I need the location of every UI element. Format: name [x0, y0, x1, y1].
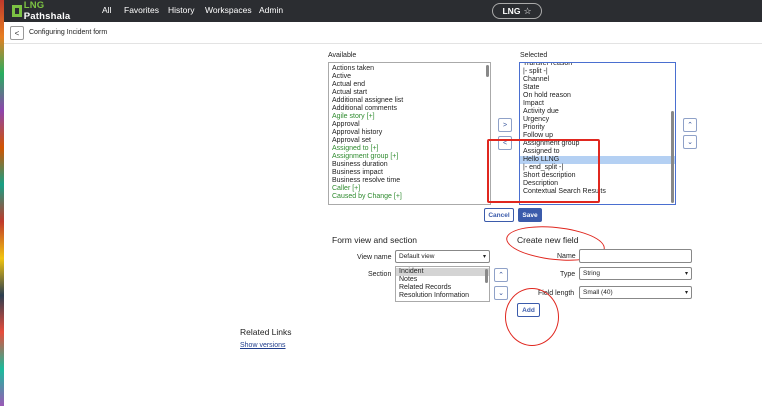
available-field-option[interactable]: Actions taken [329, 65, 490, 73]
selected-field-option[interactable]: Urgency [520, 116, 675, 124]
chevron-down-icon: ⌄ [687, 139, 693, 146]
available-field-option[interactable]: Additional comments [329, 105, 490, 113]
chevron-down-icon: ⌄ [498, 290, 504, 297]
annotation-oval-add [505, 288, 559, 346]
available-field-option[interactable]: Business resolve time [329, 177, 490, 185]
section-list[interactable]: Incident Notes Related Records Resolution I… [395, 266, 490, 302]
type-value: String [583, 270, 600, 277]
selected-field-option[interactable]: Activity due [520, 108, 675, 116]
available-field-option[interactable]: Actual start [329, 89, 490, 97]
name-label: Name [557, 253, 576, 260]
available-field-option[interactable]: Agile story [+] [329, 113, 490, 121]
form-header: < Configuring Incident form [4, 22, 762, 44]
chevron-left-icon: < [14, 28, 20, 38]
move-down-button[interactable]: ⌄ [683, 135, 697, 149]
available-field-option[interactable]: Actual end [329, 81, 490, 89]
scope-label: LNG [502, 6, 521, 16]
back-button[interactable]: < [10, 26, 24, 40]
field-length-select[interactable]: Small (40) ▾ [579, 286, 692, 299]
view-name-select[interactable]: Default view ▾ [395, 250, 490, 263]
add-to-selected-button[interactable]: > [498, 118, 512, 132]
section-option[interactable]: Related Records [396, 284, 489, 292]
chevron-down-icon: ▾ [482, 254, 486, 260]
scope-selector[interactable]: LNG ☆ [492, 3, 542, 19]
available-field-option[interactable]: Approval [329, 121, 490, 129]
chevron-down-icon: ▾ [684, 271, 688, 277]
top-navigation-bar: LNG Pathshala All Favorites History Work… [4, 0, 762, 22]
selected-label: Selected [520, 52, 548, 59]
chevron-up-icon: ⌃ [498, 272, 504, 279]
available-label: Available [328, 52, 357, 59]
available-field-option[interactable]: Approval set [329, 137, 490, 145]
selected-scrollbar[interactable] [671, 111, 674, 203]
selected-field-option[interactable]: |- split -| [520, 68, 675, 76]
nav-favorites[interactable]: Favorites [124, 5, 159, 15]
field-length-value: Small (40) [583, 289, 613, 296]
desktop-wallpaper-strip [0, 0, 4, 406]
save-button[interactable]: Save [518, 208, 542, 222]
move-up-button[interactable]: ⌃ [683, 118, 697, 132]
section-option[interactable]: Resolution Information [396, 292, 489, 300]
available-field-option[interactable]: Caused by Change [+] [329, 193, 490, 201]
star-icon[interactable]: ☆ [523, 6, 531, 17]
form-view-title: Form view and section [332, 235, 418, 245]
available-scrollbar[interactable] [486, 65, 489, 77]
selected-field-option[interactable]: State [520, 84, 675, 92]
available-field-option[interactable]: Business duration [329, 161, 490, 169]
show-versions-link[interactable]: Show versions [240, 342, 286, 349]
section-scrollbar[interactable] [485, 269, 488, 283]
nav-all[interactable]: All [102, 5, 111, 15]
app-logo[interactable]: LNG Pathshala [12, 0, 92, 22]
available-fields-list[interactable]: Actions taken Active Actual end Actual star… [328, 62, 491, 205]
selected-field-option[interactable]: On hold reason [520, 92, 675, 100]
view-name-value: Default view [399, 253, 435, 260]
available-field-option[interactable]: Assigned to [+] [329, 145, 490, 153]
nav-history[interactable]: History [168, 5, 194, 15]
selected-field-option[interactable]: Channel [520, 76, 675, 84]
available-field-option[interactable]: Business impact [329, 169, 490, 177]
type-select[interactable]: String ▾ [579, 267, 692, 280]
nav-workspaces[interactable]: Workspaces [205, 5, 252, 15]
available-field-option[interactable]: Approval history [329, 129, 490, 137]
section-up-button[interactable]: ⌃ [494, 268, 508, 282]
name-input[interactable] [579, 249, 692, 263]
section-option[interactable]: Incident [396, 268, 489, 276]
type-label: Type [560, 271, 576, 278]
annotation-highlight-box [487, 139, 600, 203]
available-field-option[interactable]: Assignment group [+] [329, 153, 490, 161]
selected-field-option[interactable]: Priority [520, 124, 675, 132]
selected-field-option[interactable]: Impact [520, 100, 675, 108]
section-down-button[interactable]: ⌄ [494, 286, 508, 300]
nav-admin[interactable]: Admin [259, 5, 283, 15]
available-field-option[interactable]: Active [329, 73, 490, 81]
section-option[interactable]: Notes [396, 276, 489, 284]
logo-text: Pathshala [23, 11, 71, 22]
related-links-title: Related Links [240, 327, 292, 337]
available-field-option[interactable]: Caller [+] [329, 185, 490, 193]
chevron-right-icon: > [502, 121, 508, 129]
logo-text-prefix: LNG [23, 0, 45, 11]
view-name-label: View name [357, 254, 392, 261]
section-label: Section [368, 271, 392, 278]
chevron-down-icon: ▾ [684, 290, 688, 296]
page-title: Configuring Incident form [29, 29, 108, 36]
cancel-button[interactable]: Cancel [484, 208, 514, 222]
chevron-up-icon: ⌃ [687, 122, 693, 129]
logo-mark-icon [12, 5, 22, 17]
available-field-option[interactable]: Additional assignee list [329, 97, 490, 105]
